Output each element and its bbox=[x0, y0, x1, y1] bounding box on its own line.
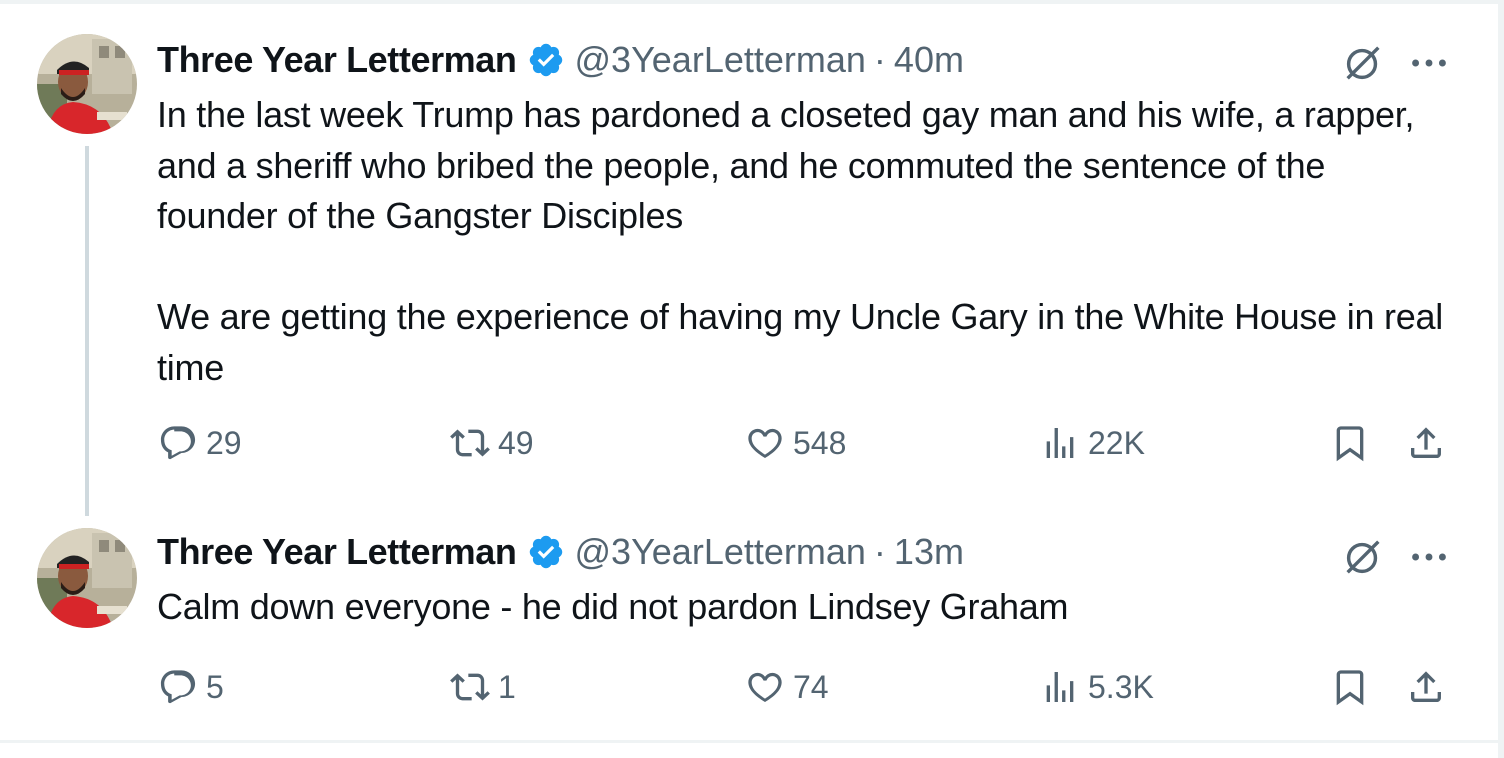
action-bar: 5 1 74 5.3K bbox=[0, 662, 1490, 712]
bookmark-icon bbox=[1336, 670, 1364, 706]
tweet-header: Three Year Letterman @3YearLetterman · 1… bbox=[157, 527, 964, 577]
bookmark-icon bbox=[1336, 426, 1364, 462]
separator: · bbox=[873, 39, 886, 80]
author-name[interactable]: Three Year Letterman bbox=[157, 531, 517, 573]
timestamp[interactable]: 40m bbox=[894, 39, 964, 81]
avatar[interactable] bbox=[37, 34, 137, 134]
right-divider bbox=[1498, 0, 1504, 758]
repost-button[interactable]: 1 bbox=[450, 662, 516, 712]
reply-count: 29 bbox=[206, 424, 242, 461]
tweet-header: Three Year Letterman @3YearLetterman · 4… bbox=[157, 35, 964, 85]
repost-icon bbox=[450, 673, 490, 701]
author-name[interactable]: Three Year Letterman bbox=[157, 39, 517, 81]
view-count: 5.3K bbox=[1088, 668, 1154, 705]
like-count: 74 bbox=[793, 668, 829, 705]
like-button[interactable]: 548 bbox=[745, 418, 846, 468]
verified-badge-icon bbox=[529, 43, 562, 77]
reply-button[interactable]: 29 bbox=[158, 418, 242, 468]
verified-badge-icon bbox=[529, 535, 562, 569]
share-button[interactable] bbox=[1406, 662, 1446, 712]
tweet-paragraph: Calm down everyone - he did not pardon L… bbox=[157, 586, 1069, 627]
tweet-text: In the last week Trump has pardoned a cl… bbox=[157, 90, 1447, 393]
reply-icon bbox=[160, 426, 196, 460]
tweet[interactable]: Three Year Letterman @3YearLetterman · 4… bbox=[0, 0, 1490, 520]
tweet-text: Calm down everyone - he did not pardon L… bbox=[157, 582, 1447, 633]
avatar[interactable] bbox=[37, 528, 137, 628]
reply-count: 5 bbox=[206, 668, 224, 705]
grok-icon[interactable] bbox=[1340, 534, 1386, 580]
like-count: 548 bbox=[793, 424, 847, 461]
author-handle[interactable]: @3YearLetterman bbox=[575, 39, 866, 81]
more-options-icon[interactable] bbox=[1406, 40, 1452, 86]
bookmark-button[interactable] bbox=[1330, 418, 1370, 468]
views-button[interactable]: 22K bbox=[1040, 418, 1145, 468]
action-bar: 29 49 548 22K bbox=[0, 418, 1490, 468]
bottom-divider bbox=[0, 740, 1504, 743]
heart-icon bbox=[748, 672, 782, 702]
repost-icon bbox=[450, 429, 490, 457]
repost-button[interactable]: 49 bbox=[450, 418, 534, 468]
repost-count: 1 bbox=[498, 668, 516, 705]
tweet-paragraph: We are getting the experience of having … bbox=[157, 296, 1444, 388]
tweet[interactable]: Three Year Letterman @3YearLetterman · 1… bbox=[0, 520, 1490, 740]
reply-icon bbox=[160, 670, 196, 704]
heart-icon bbox=[748, 428, 782, 458]
repost-count: 49 bbox=[498, 424, 534, 461]
timestamp[interactable]: 13m bbox=[894, 531, 964, 573]
analytics-icon bbox=[1046, 428, 1074, 458]
like-button[interactable]: 74 bbox=[745, 662, 829, 712]
more-options-icon[interactable] bbox=[1406, 534, 1452, 580]
share-icon bbox=[1411, 427, 1441, 458]
views-button[interactable]: 5.3K bbox=[1040, 662, 1154, 712]
share-icon bbox=[1411, 671, 1441, 702]
view-count: 22K bbox=[1088, 424, 1145, 461]
grok-icon[interactable] bbox=[1340, 40, 1386, 86]
separator: · bbox=[873, 531, 886, 572]
author-handle[interactable]: @3YearLetterman bbox=[575, 531, 866, 573]
bookmark-button[interactable] bbox=[1330, 662, 1370, 712]
share-button[interactable] bbox=[1406, 418, 1446, 468]
analytics-icon bbox=[1046, 672, 1074, 702]
tweet-paragraph: In the last week Trump has pardoned a cl… bbox=[157, 94, 1415, 236]
reply-button[interactable]: 5 bbox=[158, 662, 224, 712]
